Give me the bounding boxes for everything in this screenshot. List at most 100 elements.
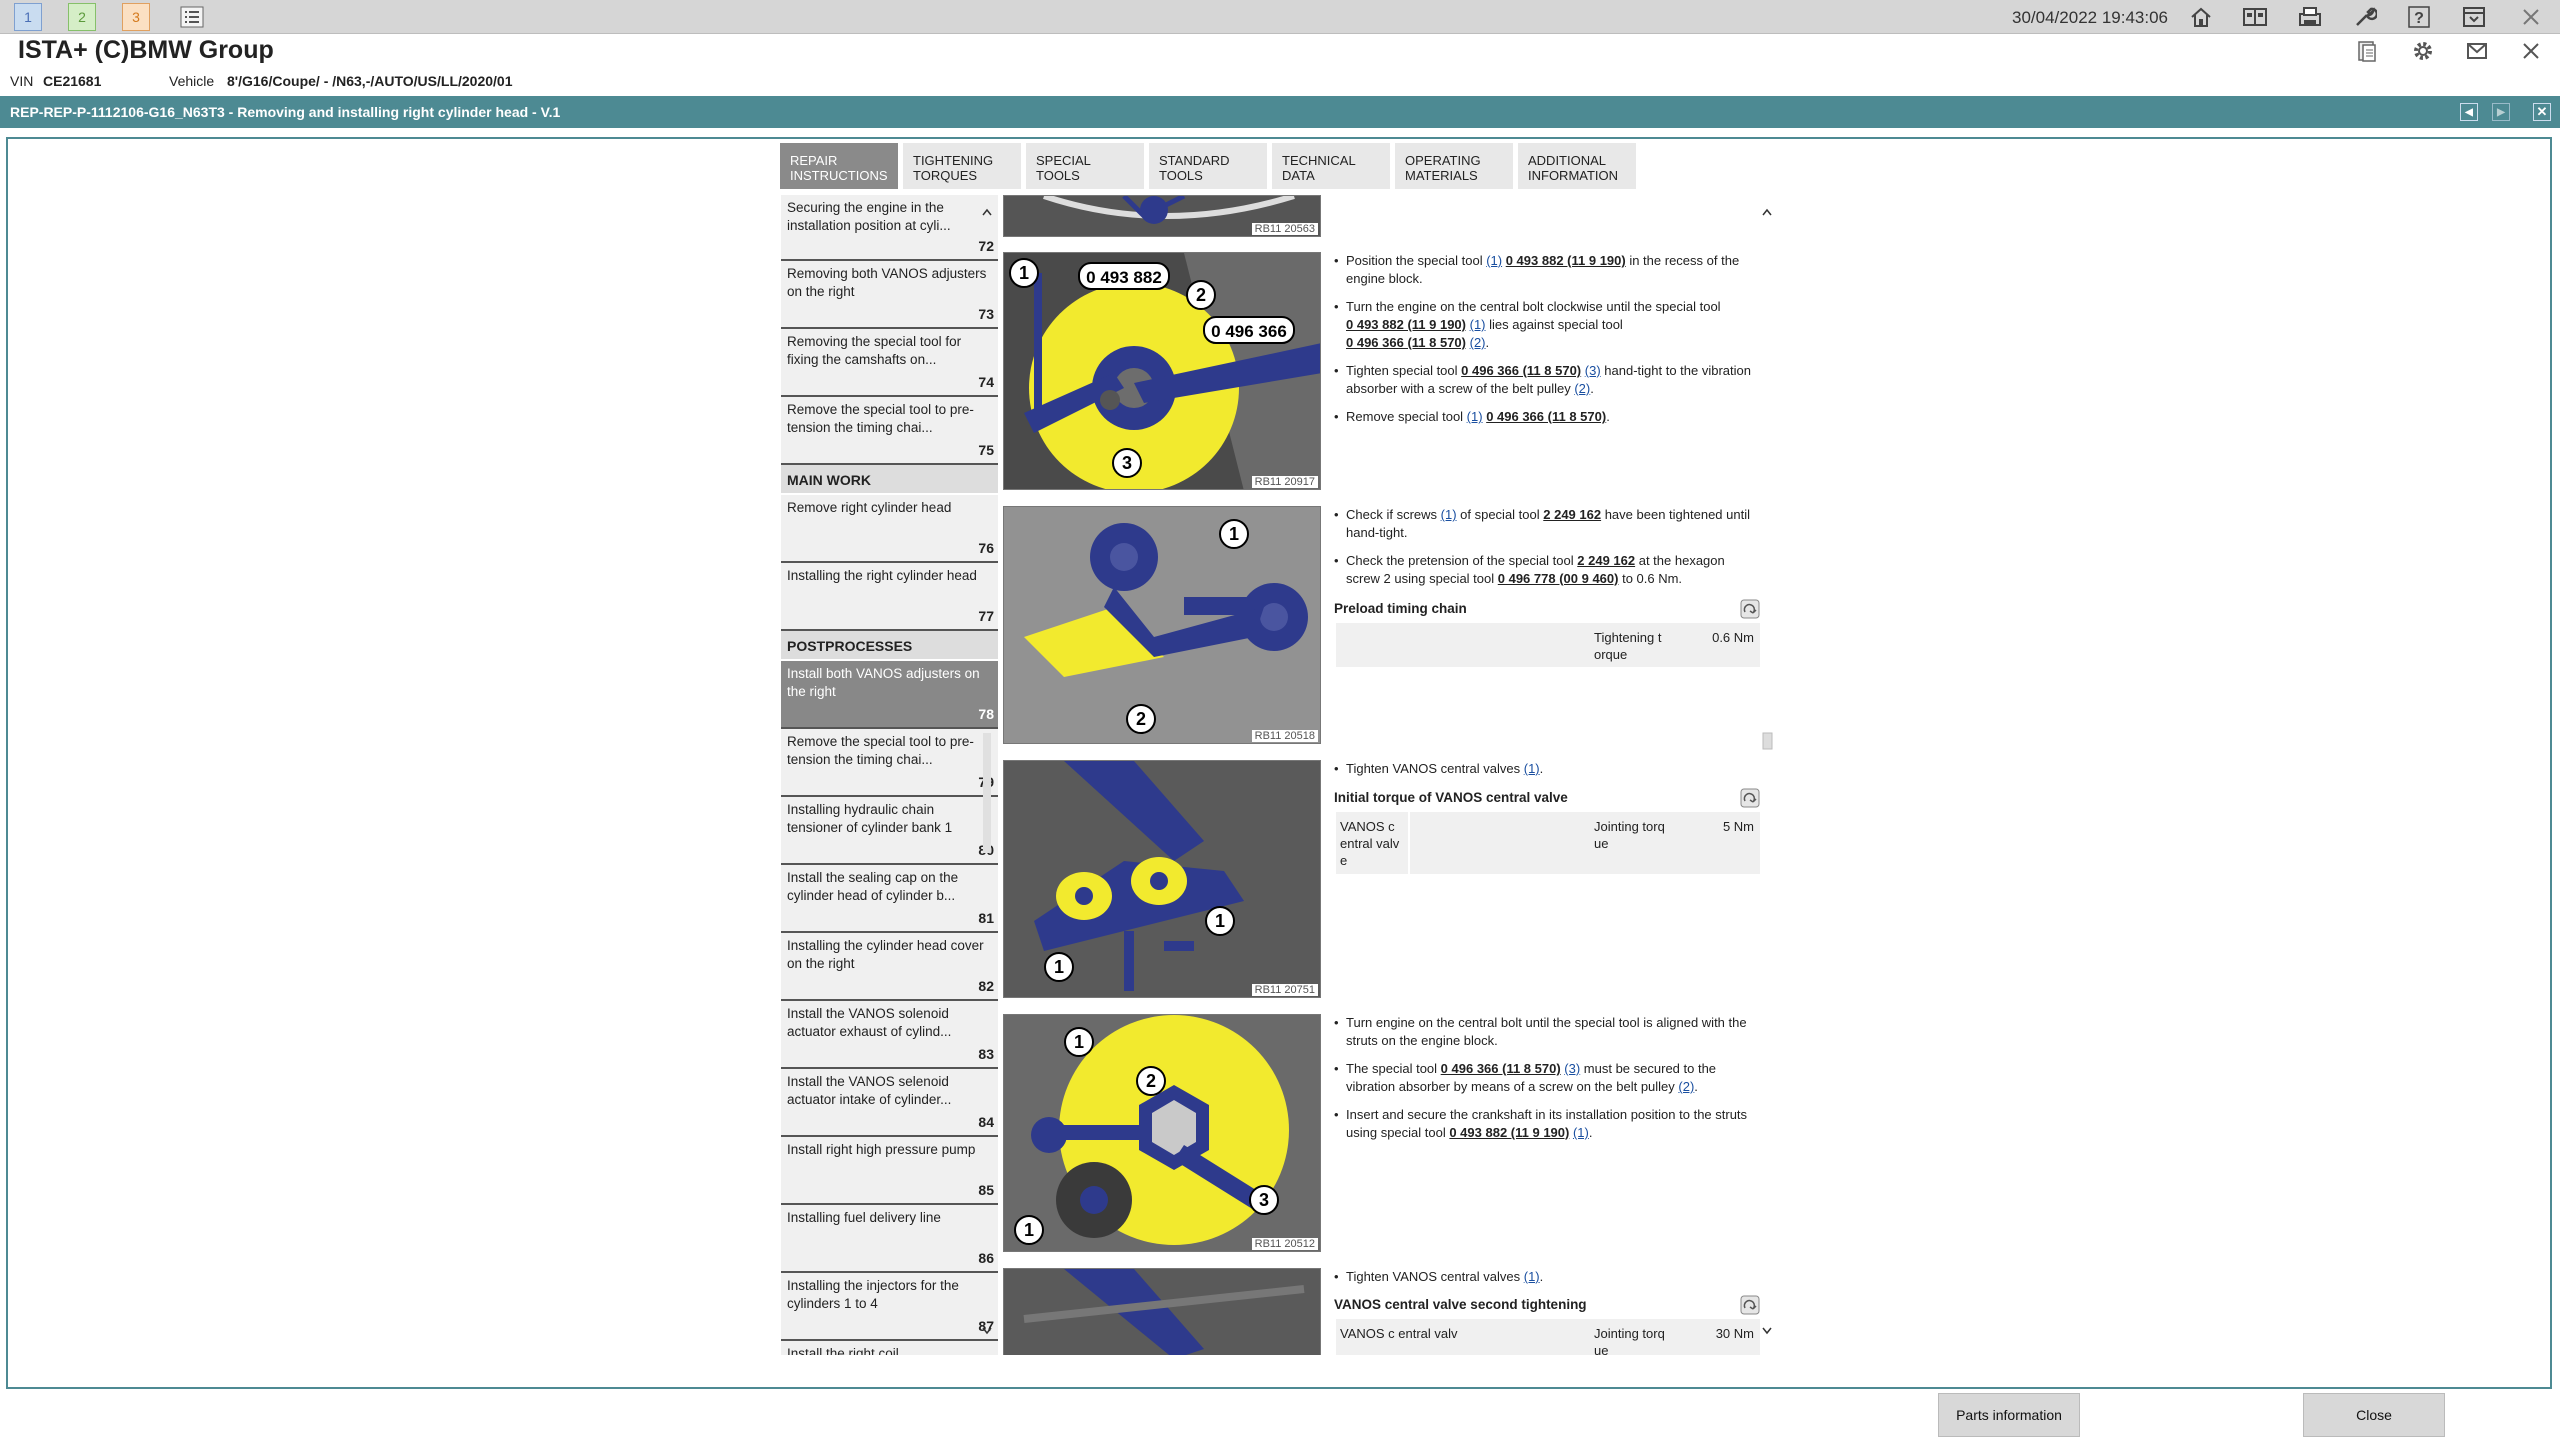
reference-link[interactable]: (1) bbox=[1486, 253, 1502, 268]
special-tool-link[interactable]: 0 493 882 (11 9 190) bbox=[1346, 317, 1466, 332]
special-tool-link[interactable]: 0 496 778 (00 9 460) bbox=[1498, 571, 1619, 586]
next-document-icon[interactable]: ▶ bbox=[2492, 103, 2510, 121]
tab-standard-tools[interactable]: STANDARD TOOLS bbox=[1149, 143, 1267, 189]
instruction-bullet: Position the special tool (1) 0 493 882 … bbox=[1332, 252, 1762, 288]
document-list-icon[interactable] bbox=[2352, 36, 2382, 66]
svg-text:1: 1 bbox=[1229, 524, 1239, 544]
special-tool-link[interactable]: 0 496 366 (11 8 570) bbox=[1461, 363, 1581, 378]
home-icon[interactable] bbox=[2186, 2, 2216, 32]
svg-text:1: 1 bbox=[1019, 263, 1029, 283]
vin-value: CE21681 bbox=[43, 73, 102, 89]
svg-text:1: 1 bbox=[1215, 911, 1225, 931]
content-scrollbar[interactable] bbox=[1760, 203, 1774, 1353]
torque-section-header: Initial torque of VANOS central valve bbox=[1334, 788, 1760, 812]
reference-link[interactable]: (1) bbox=[1524, 1269, 1540, 1284]
toc-item[interactable]: Install the VANOS selenoid actuator inta… bbox=[781, 1069, 998, 1137]
special-tool-link[interactable]: 0 496 366 (11 8 570) bbox=[1486, 409, 1606, 424]
reference-link[interactable]: (1) bbox=[1524, 761, 1540, 776]
toc-item-selected[interactable]: Install both VANOS adjusters on the righ… bbox=[781, 661, 998, 729]
workspace-2-button[interactable]: 2 bbox=[68, 3, 96, 31]
previous-document-icon[interactable]: ◀ bbox=[2460, 103, 2478, 121]
settings-gear-icon[interactable] bbox=[2408, 36, 2438, 66]
reference-link[interactable]: (3) bbox=[1585, 363, 1601, 378]
reference-link[interactable]: (1) bbox=[1467, 409, 1483, 424]
toc-item[interactable]: Remove right cylinder head 76 bbox=[781, 495, 998, 563]
toc-item[interactable]: Remove the special tool to pre-tension t… bbox=[781, 729, 998, 797]
reference-link[interactable]: (1) bbox=[1470, 317, 1486, 332]
toc-item[interactable]: Install the sealing cap on the cylinder … bbox=[781, 865, 998, 933]
tab-additional-information[interactable]: ADDITIONAL INFORMATION bbox=[1518, 143, 1636, 189]
special-tool-link[interactable]: 0 493 882 (11 9 190) bbox=[1506, 253, 1626, 268]
close-button[interactable]: Close bbox=[2303, 1393, 2445, 1437]
torque-label: Jointing torq ue bbox=[1594, 1326, 1665, 1355]
tab-tightening-torques[interactable]: TIGHTENING TORQUES bbox=[903, 143, 1021, 189]
reference-link[interactable]: (1) bbox=[1441, 507, 1457, 522]
wrench-icon[interactable] bbox=[2350, 2, 2380, 32]
special-tool-link[interactable]: 2 249 162 bbox=[1577, 553, 1635, 568]
toc-item-label: Install the VANOS selenoid actuator inta… bbox=[787, 1074, 952, 1107]
toc-item[interactable]: Removing the special tool for fixing the… bbox=[781, 329, 998, 397]
close-session-icon[interactable] bbox=[2516, 36, 2546, 66]
special-tool-link[interactable]: 2 249 162 bbox=[1543, 507, 1601, 522]
tab-operating-materials[interactable]: OPERATING MATERIALS bbox=[1395, 143, 1513, 189]
minimize-icon[interactable] bbox=[2459, 2, 2489, 32]
illustration-code: RB11 20563 bbox=[1251, 223, 1318, 235]
toc-item-label: Remove the special tool to pre-tension t… bbox=[787, 734, 974, 767]
reference-link[interactable]: (2) bbox=[1574, 381, 1590, 396]
torque-info-icon[interactable] bbox=[1740, 599, 1760, 619]
step-text: Position the special tool (1) 0 493 882 … bbox=[1332, 252, 1762, 436]
torque-info-icon[interactable] bbox=[1740, 1295, 1760, 1315]
parts-information-button[interactable]: Parts information bbox=[1938, 1393, 2080, 1437]
toc-item[interactable]: Installing the cylinder head cover on th… bbox=[781, 933, 998, 1001]
toc-item[interactable]: Securing the engine in the installation … bbox=[781, 195, 998, 261]
toc-item[interactable]: Installing the right cylinder head 77 bbox=[781, 563, 998, 631]
toc-item[interactable]: Installing hydraulic chain tensioner of … bbox=[781, 797, 998, 865]
torque-table: VANOS c entral valv e Jointing torq ue 5 Nm bbox=[1336, 812, 1760, 874]
document-title: REP-REP-P-1112106-G16_N63T3 - Removing a… bbox=[10, 104, 561, 120]
print-icon[interactable] bbox=[2295, 2, 2325, 32]
illustration: 1 2 3 1 RB11 20512 bbox=[1003, 1014, 1321, 1252]
toc-item[interactable]: Install the right coil bbox=[781, 1341, 998, 1355]
tab-technical-data[interactable]: TECHNICAL DATA bbox=[1272, 143, 1390, 189]
close-document-icon[interactable]: ✕ bbox=[2533, 103, 2551, 121]
workspace-1-button[interactable]: 1 bbox=[14, 3, 42, 31]
reference-link[interactable]: (2) bbox=[1678, 1079, 1694, 1094]
toc-item[interactable]: Install the VANOS solenoid actuator exha… bbox=[781, 1001, 998, 1069]
instruction-bullet: Tighten VANOS central valves (1). bbox=[1332, 1268, 1762, 1286]
illustration: 1 1 RB11 20751 bbox=[1003, 760, 1321, 998]
datetime: 30/04/2022 19:43:06 bbox=[2012, 8, 2168, 27]
toc-scrollbar[interactable] bbox=[980, 203, 994, 1353]
toc-item[interactable]: Remove the special tool to pre-tension t… bbox=[781, 397, 998, 465]
illustration: 1 2 RB11 20518 bbox=[1003, 506, 1321, 744]
torque-value: 5 Nm bbox=[1722, 819, 1754, 834]
toc-item[interactable]: Installing fuel delivery line 86 bbox=[781, 1205, 998, 1273]
toc-item-label: Installing the injectors for the cylinde… bbox=[787, 1278, 959, 1311]
toc-item[interactable]: Install right high pressure pump 85 bbox=[781, 1137, 998, 1205]
toc-item-label: Install the right coil bbox=[787, 1346, 899, 1355]
close-app-icon[interactable] bbox=[2516, 2, 2546, 32]
instruction-bullet: Turn engine on the central bolt until th… bbox=[1332, 1014, 1762, 1050]
reference-link[interactable]: (2) bbox=[1470, 335, 1486, 350]
tab-special-tools[interactable]: SPECIAL TOOLS bbox=[1026, 143, 1144, 189]
mail-icon[interactable] bbox=[2462, 36, 2492, 66]
toc-item[interactable]: Removing both VANOS adjusters on the rig… bbox=[781, 261, 998, 329]
svg-text:?: ? bbox=[2414, 10, 2424, 27]
help-icon[interactable]: ? bbox=[2404, 2, 2434, 32]
split-view-icon[interactable] bbox=[2240, 2, 2270, 32]
instruction-bullet: Tighten VANOS central valves (1). bbox=[1332, 760, 1762, 778]
toc-item-label: Removing both VANOS adjusters on the rig… bbox=[787, 266, 987, 299]
workspace-3-button[interactable]: 3 bbox=[122, 3, 150, 31]
special-tool-link[interactable]: 0 496 366 (11 8 570) bbox=[1346, 335, 1466, 350]
tab-repair-instructions[interactable]: REPAIR INSTRUCTIONS bbox=[780, 143, 898, 189]
list-icon[interactable] bbox=[177, 2, 207, 32]
toc-item-label: Securing the engine in the installation … bbox=[787, 200, 951, 233]
special-tool-link[interactable]: 0 493 882 (11 9 190) bbox=[1449, 1125, 1569, 1140]
step-text: Tighten VANOS central valves (1). bbox=[1332, 760, 1762, 788]
torque-value: 30 Nm bbox=[1715, 1326, 1754, 1341]
special-tool-link[interactable]: 0 496 366 (11 8 570) bbox=[1441, 1061, 1561, 1076]
reference-link[interactable]: (3) bbox=[1564, 1061, 1580, 1076]
reference-link[interactable]: (1) bbox=[1573, 1125, 1589, 1140]
torque-info-icon[interactable] bbox=[1740, 788, 1760, 808]
toc-item[interactable]: Installing the injectors for the cylinde… bbox=[781, 1273, 998, 1341]
svg-text:3: 3 bbox=[1122, 453, 1132, 473]
